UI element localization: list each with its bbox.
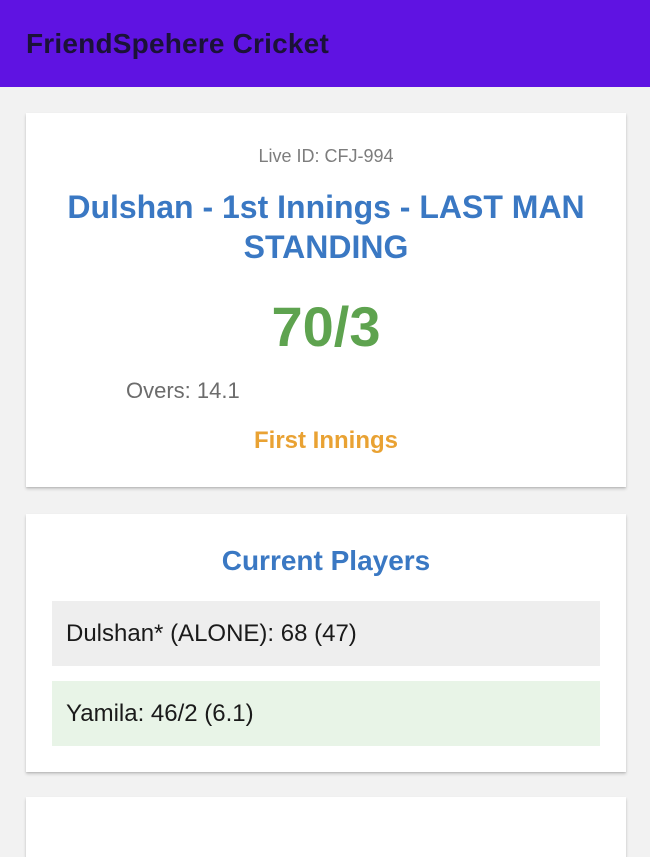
current-players-title: Current Players bbox=[221, 545, 431, 576]
player-row-bowler[interactable]: Yamila: 46/2 (6.1) bbox=[52, 681, 600, 746]
live-id: Live ID: CFJ-994 bbox=[258, 146, 394, 166]
player-row-batsman[interactable]: Dulshan* (ALONE): 68 (47) bbox=[52, 601, 600, 666]
player-row-text: Yamila: 46/2 (6.1) bbox=[66, 699, 254, 727]
innings-title: Dulshan - 1st Innings - LAST MAN STANDIN… bbox=[67, 189, 585, 265]
app-title: FriendSpehere Cricket bbox=[26, 27, 329, 59]
player-row-text: Dulshan* (ALONE): 68 (47) bbox=[66, 619, 357, 647]
app-bar: FriendSpehere Cricket bbox=[0, 0, 650, 87]
innings-status: First Innings bbox=[254, 427, 398, 454]
score-card: Live ID: CFJ-994 Dulshan - 1st Innings -… bbox=[26, 113, 626, 487]
current-players-card: Current Players Dulshan* (ALONE): 68 (47… bbox=[26, 514, 626, 772]
next-card bbox=[26, 797, 626, 857]
score-display: 70/3 bbox=[271, 295, 381, 358]
overs-count: Overs: 14.1 bbox=[126, 378, 240, 403]
